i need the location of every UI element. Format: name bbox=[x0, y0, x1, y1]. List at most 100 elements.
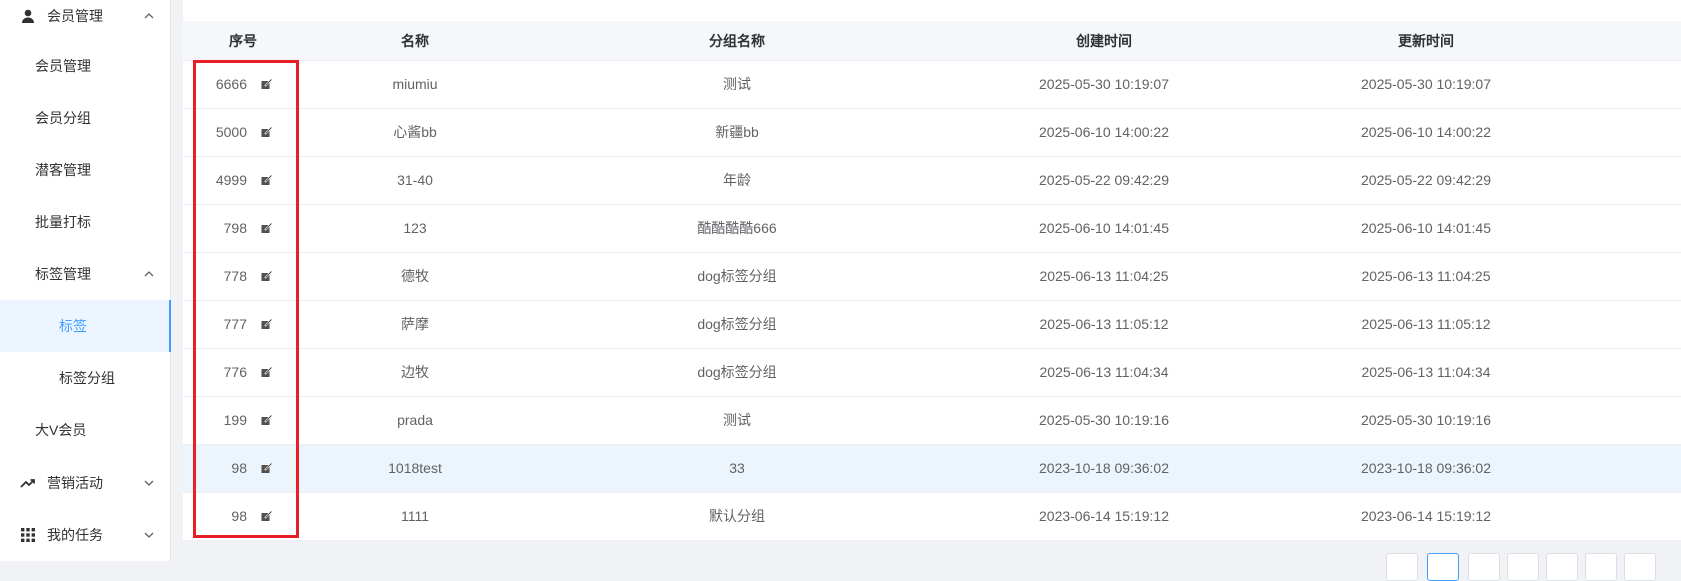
table-row[interactable]: 777 萨摩 dog标签分组 2025-06-13 11:05:12 2025-06-1… bbox=[183, 301, 1681, 349]
sidebar-item-label: 会员管理 bbox=[35, 58, 91, 74]
pagination-next-button[interactable] bbox=[1624, 553, 1656, 581]
cell-group: 测试 bbox=[723, 76, 751, 92]
edit-icon[interactable] bbox=[261, 463, 272, 474]
column-header-seq[interactable]: 序号 bbox=[183, 21, 303, 61]
column-header-created[interactable]: 创建时间 bbox=[947, 21, 1261, 61]
chevron-up-icon bbox=[144, 13, 154, 19]
seq-value: 199 bbox=[223, 412, 247, 428]
menu-group-label: 我的任务 bbox=[47, 527, 103, 543]
edit-icon[interactable] bbox=[261, 415, 272, 426]
menu-group-label: 会员管理 bbox=[47, 8, 103, 24]
cell-seq: 776 bbox=[183, 349, 303, 396]
sidebar-item-tags[interactable]: 标签 bbox=[0, 300, 171, 352]
cell-seq: 778 bbox=[183, 253, 303, 300]
sidebar-item-label: 标签管理 bbox=[35, 266, 91, 282]
sidebar-item-tag-management[interactable]: 标签管理 bbox=[0, 248, 171, 300]
pagination-prev-button[interactable] bbox=[1386, 553, 1418, 581]
menu-marketing-group[interactable]: 营销活动 bbox=[0, 457, 171, 509]
menu-member-management-group[interactable]: 会员管理 bbox=[0, 0, 171, 42]
sidebar-item-batch-tagging[interactable]: 批量打标 bbox=[0, 196, 171, 248]
edit-icon[interactable] bbox=[261, 319, 272, 330]
table-row[interactable]: 199 prada 测试 2025-05-30 10:19:16 2025-05-30 … bbox=[183, 397, 1681, 445]
cell-created: 2025-06-10 14:01:45 bbox=[1039, 220, 1169, 236]
cell-name: 边牧 bbox=[401, 364, 429, 380]
cell-updated: 2025-05-30 10:19:07 bbox=[1361, 76, 1491, 92]
table-row[interactable]: 778 德牧 dog标签分组 2025-06-13 11:04:25 2025-06-1… bbox=[183, 253, 1681, 301]
seq-value: 98 bbox=[231, 460, 247, 476]
sidebar-item-big-v-members[interactable]: 大V会员 bbox=[0, 404, 171, 456]
column-header-updated[interactable]: 更新时间 bbox=[1261, 21, 1591, 61]
cell-name: 萨摩 bbox=[401, 316, 429, 332]
sidebar: 会员管理 会员管理 会员分组 潜客管理 批量打标 标签管理 标签 标签分组 大V… bbox=[0, 0, 171, 561]
menu-tasks-group[interactable]: 我的任务 bbox=[0, 509, 171, 561]
cell-name: 31-40 bbox=[397, 172, 433, 188]
cell-updated: 2025-06-13 11:04:25 bbox=[1361, 268, 1491, 284]
edit-icon[interactable] bbox=[261, 367, 272, 378]
top-panel bbox=[183, 0, 1681, 22]
sidebar-item-tag-groups[interactable]: 标签分组 bbox=[0, 352, 171, 404]
cell-updated: 2023-06-14 15:19:12 bbox=[1361, 508, 1491, 524]
seq-value: 777 bbox=[223, 316, 247, 332]
cell-group: dog标签分组 bbox=[697, 364, 777, 380]
edit-icon[interactable] bbox=[261, 127, 272, 138]
table-row[interactable]: 5000 心酱bb 新疆bb 2025-06-10 14:00:22 2025-06-1… bbox=[183, 109, 1681, 157]
cell-created: 2025-06-13 11:04:25 bbox=[1039, 268, 1169, 284]
cell-created: 2023-06-14 15:19:12 bbox=[1039, 508, 1169, 524]
pagination-page-button[interactable] bbox=[1546, 553, 1578, 581]
sidebar-item-member-group[interactable]: 会员分组 bbox=[0, 92, 171, 144]
table-row[interactable]: 6666 miumiu 测试 2025-05-30 10:19:07 2025-05-3… bbox=[183, 61, 1681, 109]
table-row[interactable]: 776 边牧 dog标签分组 2025-06-13 11:04:34 2025-06-1… bbox=[183, 349, 1681, 397]
cell-seq: 199 bbox=[183, 397, 303, 444]
cell-name: miumiu bbox=[392, 76, 438, 92]
table-row[interactable]: 4999 31-40 年龄 2025-05-22 09:42:29 2025-05-22… bbox=[183, 157, 1681, 205]
cell-updated: 2025-06-13 11:04:34 bbox=[1361, 364, 1491, 380]
user-icon bbox=[22, 9, 34, 23]
seq-value: 778 bbox=[223, 268, 247, 284]
cell-group: 默认分组 bbox=[709, 508, 765, 524]
cell-updated: 2025-06-13 11:05:12 bbox=[1361, 316, 1491, 332]
table-row[interactable]: 98 1018test 33 2023-10-18 09:36:02 2023-10-1… bbox=[183, 445, 1681, 493]
sidebar-item-label: 潜客管理 bbox=[35, 162, 91, 178]
cell-updated: 2025-05-30 10:19:16 bbox=[1361, 412, 1491, 428]
cell-name: 1111 bbox=[400, 508, 430, 524]
cell-seq: 98 bbox=[183, 493, 303, 540]
seq-value: 798 bbox=[223, 220, 247, 236]
pagination-page-button[interactable] bbox=[1427, 553, 1459, 581]
column-header-group[interactable]: 分组名称 bbox=[527, 21, 947, 61]
cell-created: 2025-05-30 10:19:07 bbox=[1039, 76, 1169, 92]
chevron-down-icon bbox=[144, 480, 154, 486]
sidebar-item-label: 会员分组 bbox=[35, 110, 91, 126]
cell-updated: 2025-05-22 09:42:29 bbox=[1361, 172, 1491, 188]
table-row[interactable]: 798 123 酷酷酷酷666 2025-06-10 14:01:45 2025-06-… bbox=[183, 205, 1681, 253]
cell-name: prada bbox=[397, 412, 433, 428]
pagination-page-button[interactable] bbox=[1507, 553, 1539, 581]
edit-icon[interactable] bbox=[261, 79, 272, 90]
sidebar-item-label: 标签 bbox=[59, 318, 87, 334]
edit-icon[interactable] bbox=[261, 223, 272, 234]
cell-updated: 2023-10-18 09:36:02 bbox=[1361, 460, 1491, 476]
cell-group: 新疆bb bbox=[715, 124, 759, 140]
cell-created: 2025-06-13 11:04:34 bbox=[1039, 364, 1169, 380]
cell-group: dog标签分组 bbox=[697, 316, 777, 332]
pagination-page-button[interactable] bbox=[1468, 553, 1500, 581]
edit-icon[interactable] bbox=[261, 511, 272, 522]
cell-group: 酷酷酷酷666 bbox=[697, 220, 777, 236]
edit-icon[interactable] bbox=[261, 175, 272, 186]
column-header-name[interactable]: 名称 bbox=[303, 21, 527, 61]
seq-value: 776 bbox=[223, 364, 247, 380]
cell-name: 心酱bb bbox=[393, 124, 437, 140]
cell-group: 33 bbox=[729, 460, 745, 476]
cell-created: 2025-05-22 09:42:29 bbox=[1039, 172, 1169, 188]
chevron-up-icon bbox=[144, 271, 154, 277]
sidebar-item-member-management[interactable]: 会员管理 bbox=[0, 40, 171, 92]
cell-seq: 5000 bbox=[183, 109, 303, 156]
sidebar-item-label: 大V会员 bbox=[35, 422, 87, 438]
cell-group: 测试 bbox=[723, 412, 751, 428]
edit-icon[interactable] bbox=[261, 271, 272, 282]
grid-icon bbox=[21, 528, 35, 542]
sidebar-item-prospect[interactable]: 潜客管理 bbox=[0, 144, 171, 196]
table-row[interactable]: 98 1111 默认分组 2023-06-14 15:19:12 2023-06-14 … bbox=[183, 493, 1681, 541]
pagination-page-button[interactable] bbox=[1585, 553, 1617, 581]
seq-value: 6666 bbox=[215, 76, 247, 92]
cell-seq: 6666 bbox=[183, 61, 303, 108]
